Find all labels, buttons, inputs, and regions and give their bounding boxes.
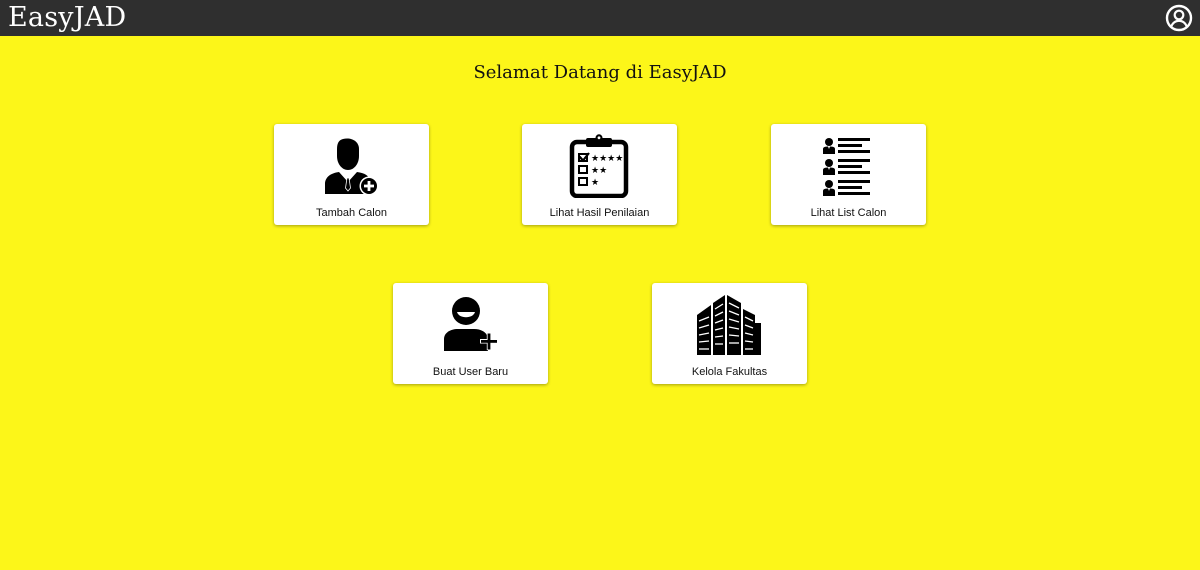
buildings-icon (697, 295, 761, 355)
svg-text:★: ★ (591, 178, 599, 188)
lihat-hasil-penilaian-label: Lihat Hasil Penilaian (549, 207, 650, 219)
welcome-heading: Selamat Datang di EasyJAD (473, 62, 727, 83)
people-list-icon (823, 138, 870, 196)
app-brand[interactable]: EasyJAD (8, 1, 126, 35)
kelola-fakultas-label: Kelola Fakultas (691, 366, 768, 378)
user-add-icon (444, 297, 498, 351)
clipboard-rating-icon: ★★★★ ★★ ★ (569, 134, 629, 198)
tambah-calon-label: Tambah Calon (316, 207, 387, 219)
lihat-hasil-penilaian-card[interactable]: ★★★★ ★★ ★ Lihat Hasil Penilaian (522, 124, 677, 225)
buat-user-baru-label: Buat User Baru (432, 366, 509, 378)
buat-user-baru-card[interactable]: Buat User Baru (393, 283, 548, 384)
svg-text:★★: ★★ (591, 166, 607, 176)
tambah-calon-card[interactable]: Tambah Calon (274, 124, 429, 225)
kelola-fakultas-card[interactable]: Kelola Fakultas (652, 283, 807, 384)
person-add-icon (325, 138, 379, 196)
top-bar: EasyJAD (0, 0, 1200, 36)
svg-text:★★★★: ★★★★ (591, 154, 623, 164)
user-circle-icon[interactable] (1165, 4, 1193, 32)
lihat-list-calon-card[interactable]: Lihat List Calon (771, 124, 926, 225)
lihat-list-calon-label: Lihat List Calon (810, 207, 887, 219)
